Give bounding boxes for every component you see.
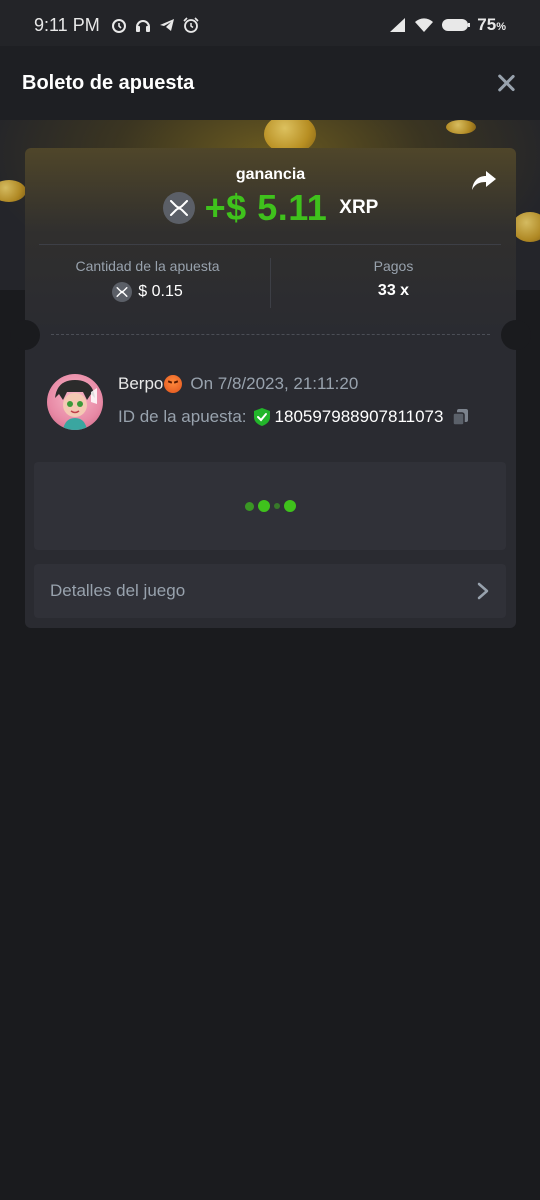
bet-id: 180597988907811073 <box>274 407 444 426</box>
coin-decoration <box>512 212 540 242</box>
loading-dot <box>257 500 270 512</box>
loading-panel <box>34 462 506 550</box>
verified-shield-icon <box>253 408 270 426</box>
divider <box>39 244 501 245</box>
status-bar: 9:11 PM 75% <box>0 0 540 46</box>
payout-label: Pagos <box>373 258 414 274</box>
username[interactable]: Berpo <box>118 374 163 394</box>
coin-decoration <box>446 120 476 134</box>
wifi-icon <box>415 18 434 32</box>
loading-dot <box>273 503 280 509</box>
alarm-clock-icon <box>183 17 199 33</box>
alarm-icon <box>111 19 126 33</box>
bet-amount-label: Cantidad de la apuesta <box>75 258 220 274</box>
user-line-2: ID de la apuesta: 180597988907811073 <box>118 407 471 427</box>
signal-icon <box>390 18 406 32</box>
angry-emoji-icon <box>164 375 183 393</box>
status-time: 9:11 PM <box>34 14 100 35</box>
win-amount: +$ 5.11 <box>204 187 328 228</box>
bet-date: On 7/8/2023, 21:11:20 <box>190 374 359 393</box>
telegram-icon <box>159 19 174 31</box>
battery-icon <box>442 19 471 31</box>
payout-stat: Pagos 33 x <box>271 258 516 300</box>
bet-amount-value: $ 0.15 <box>138 283 183 300</box>
win-label: ganancia <box>235 166 306 183</box>
xrp-icon <box>112 282 133 302</box>
bet-ticket-card: ganancia +$ 5.11 XRP Cantidad de la apue… <box>10 148 531 628</box>
bet-amount-stat: Cantidad de la apuesta $ 0.15 <box>25 258 270 302</box>
bet-amount-row: $ 0.15 <box>25 282 270 302</box>
payout-value: 33 x <box>377 282 410 299</box>
header: Boleto de apuesta <box>0 46 540 120</box>
user-line-1: Berpo On 7/8/2023, 21:11:20 <box>118 374 358 394</box>
win-currency: XRP <box>339 197 379 218</box>
copy-icon[interactable] <box>451 407 471 427</box>
win-amount-row: +$ 5.11 XRP <box>25 187 516 228</box>
game-details-label: Detalles del juego <box>50 581 186 600</box>
page-title: Boleto de apuesta <box>22 71 195 94</box>
ticket-notch-left <box>10 320 40 350</box>
coin-decoration <box>0 180 26 202</box>
user-info: Berpo On 7/8/2023, 21:11:20 ID de la apu… <box>47 374 507 430</box>
ticket-notch-right <box>501 320 531 350</box>
battery-percent: 75% <box>477 15 506 34</box>
loading-dot <box>283 500 296 512</box>
status-bar-left: 9:11 PM <box>34 15 200 36</box>
headset-icon <box>135 20 150 32</box>
xrp-icon <box>162 192 195 224</box>
close-icon[interactable] <box>494 71 518 95</box>
dashed-divider <box>51 334 490 335</box>
bet-id-label: ID de la apuesta: <box>118 407 247 426</box>
chevron-right-icon <box>477 582 489 600</box>
loading-dot <box>244 501 254 511</box>
status-bar-right: 75% <box>387 15 506 35</box>
game-details-button[interactable]: Detalles del juego <box>34 564 506 618</box>
avatar[interactable] <box>47 374 103 430</box>
